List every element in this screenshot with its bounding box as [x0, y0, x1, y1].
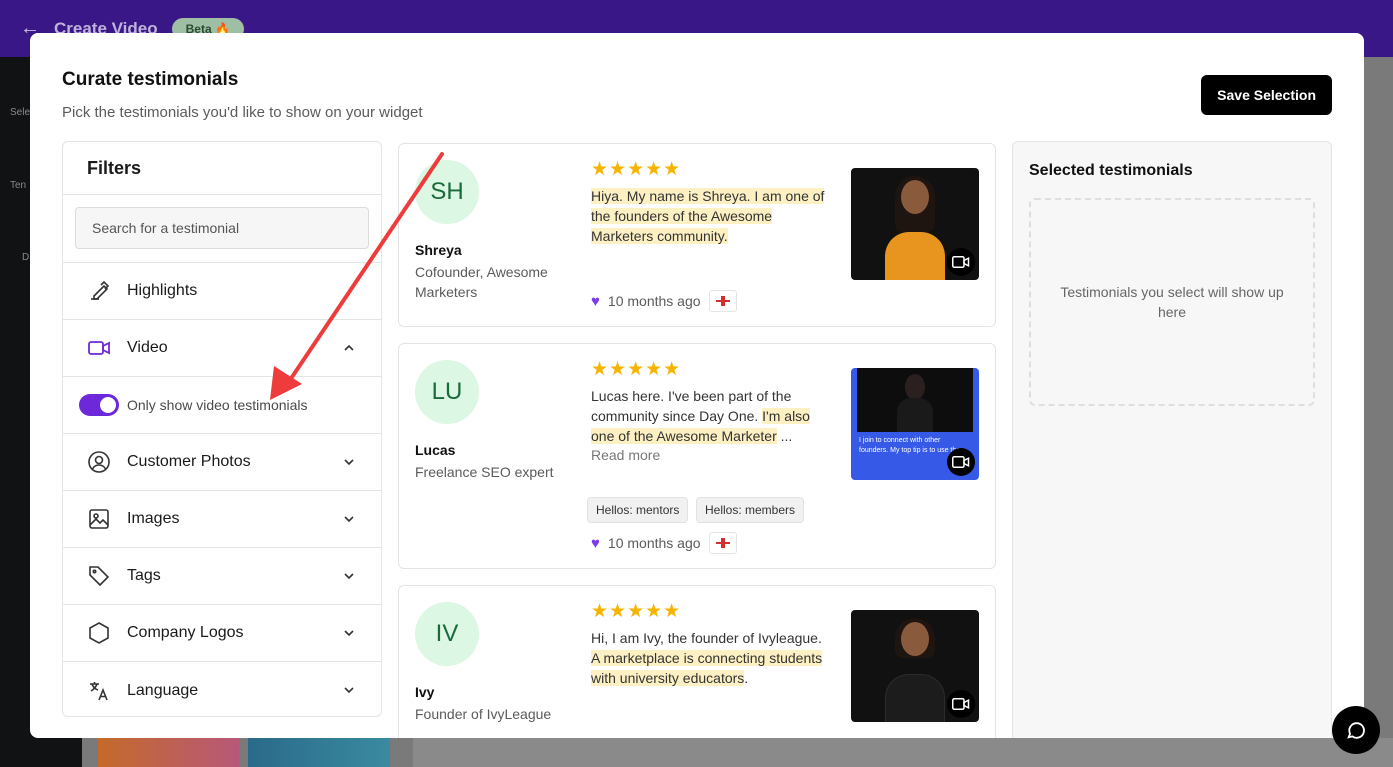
tag-badge: Hellos: mentors: [587, 497, 689, 523]
rail-label: D: [22, 252, 30, 263]
author-role: Freelance SEO expert: [415, 464, 554, 480]
star-rating: ★★★★★: [591, 159, 682, 180]
modal-subtitle: Pick the testimonials you'd like to show…: [62, 104, 423, 121]
person-figure: [885, 176, 945, 280]
background-thumbnails: [98, 738, 390, 767]
chevron-down-icon: [343, 683, 355, 701]
video-only-toggle[interactable]: [79, 394, 119, 416]
filter-images[interactable]: Images: [63, 491, 381, 548]
chevron-down-icon: [343, 626, 355, 644]
testimonial-card[interactable]: SH Shreya Cofounder, Awesome Marketers ★…: [398, 143, 996, 327]
testimonial-card[interactable]: IV Ivy Founder of IvyLeague ★★★★★ Hi, I …: [398, 585, 996, 738]
video-camera-icon: [947, 248, 975, 276]
video-camera-icon: [947, 690, 975, 718]
filter-tags[interactable]: Tags: [63, 548, 381, 605]
filter-language[interactable]: Language: [63, 662, 381, 716]
filter-label: Customer Photos: [127, 453, 251, 470]
testimonial-card[interactable]: LU Lucas Freelance SEO expert ★★★★★ Luca…: [398, 343, 996, 569]
england-flag-icon: [708, 290, 737, 312]
author-name: Lucas: [415, 442, 456, 458]
chevron-down-icon: [343, 455, 355, 473]
chat-bubble-icon: [1347, 722, 1365, 739]
rail-label: Sele: [10, 107, 31, 118]
highlighter-icon: [87, 279, 111, 303]
modal-title: Curate testimonials: [62, 69, 239, 90]
toggle-label: Only show video testimonials: [127, 397, 308, 413]
filter-label: Video: [127, 339, 168, 356]
video-thumbnail[interactable]: [851, 168, 979, 280]
translate-icon: [87, 679, 111, 703]
background-thumbnail: [98, 738, 240, 767]
filter-highlights[interactable]: Highlights: [63, 263, 381, 320]
video-thumbnail[interactable]: I join to connect with other founders. M…: [851, 368, 979, 480]
heart-icon: ♥: [591, 292, 600, 310]
filter-video[interactable]: Video: [63, 320, 381, 377]
user-circle-icon: [87, 450, 111, 474]
video-frame: [857, 368, 973, 432]
testimonial-list: SH Shreya Cofounder, Awesome Marketers ★…: [398, 143, 996, 738]
selected-heading: Selected testimonials: [1029, 162, 1193, 179]
video-only-toggle-row: Only show video testimonials: [63, 377, 381, 434]
author-role: Cofounder, Awesome Marketers: [415, 264, 548, 300]
plain-text: ...: [776, 428, 793, 444]
timestamp: 10 months ago: [607, 535, 701, 551]
filters-heading: Filters: [63, 142, 381, 195]
filter-label: Tags: [127, 567, 161, 584]
testimonial-meta: ♥ 10 months ago: [591, 532, 737, 554]
filter-label: Highlights: [127, 282, 198, 299]
person-figure: [885, 618, 945, 722]
rail-label: Ten: [10, 180, 27, 191]
filter-company-logos[interactable]: Company Logos: [63, 605, 381, 662]
search-container: [63, 195, 381, 263]
tag-badge: Hellos: members: [696, 497, 805, 523]
testimonial-text: Hi, I am Ivy, the founder of Ivyleague. …: [591, 628, 833, 688]
plain-text: .: [744, 670, 749, 686]
read-more-link[interactable]: Read more: [591, 447, 660, 463]
author-name: Shreya: [415, 242, 462, 258]
england-flag-icon: [708, 532, 737, 554]
video-icon: [87, 336, 111, 360]
filter-label: Images: [127, 510, 180, 527]
filter-label: Language: [127, 681, 199, 699]
filters-panel: Filters Highlights Video Only show video…: [62, 141, 382, 717]
chevron-down-icon: [343, 512, 355, 530]
search-input[interactable]: [75, 207, 369, 249]
save-selection-button[interactable]: Save Selection: [1201, 75, 1332, 115]
chat-button[interactable]: [1332, 706, 1380, 754]
star-rating: ★★★★★: [591, 359, 682, 380]
heart-icon: ♥: [591, 534, 600, 552]
testimonial-text: Lucas here. I've been part of the commun…: [591, 386, 833, 446]
background-panel: [413, 738, 1393, 767]
background-thumbnail: [248, 738, 390, 767]
selected-testimonials-panel: Selected testimonials Testimonials you s…: [1012, 141, 1332, 738]
author-name: Ivy: [415, 684, 435, 700]
highlighted-text: A marketplace is connecting students wit…: [591, 650, 823, 686]
star-rating: ★★★★★: [591, 601, 682, 622]
image-icon: [87, 507, 111, 531]
filter-customer-photos[interactable]: Customer Photos: [63, 434, 381, 491]
chevron-down-icon: [343, 569, 355, 587]
selected-dropzone: Testimonials you select will show up her…: [1029, 198, 1315, 406]
avatar: IV: [415, 602, 479, 666]
filter-label: Company Logos: [127, 624, 244, 641]
avatar: LU: [415, 360, 479, 424]
chevron-up-icon: [343, 341, 355, 359]
timestamp: 10 months ago: [607, 293, 701, 309]
plain-text: Hi, I am Ivy, the founder of Ivyleague.: [591, 630, 822, 646]
tag-icon: [87, 564, 111, 588]
highlighted-text: Hiya. My name is Shreya. I am one of the…: [591, 188, 825, 244]
curate-testimonials-modal: Curate testimonials Pick the testimonial…: [30, 33, 1364, 738]
hexagon-icon: [87, 621, 111, 645]
video-camera-icon: [947, 448, 975, 476]
avatar: SH: [415, 160, 479, 224]
author-role: Founder of IvyLeague: [415, 706, 552, 722]
testimonial-meta: ♥ 10 months ago: [591, 290, 737, 312]
testimonial-text: Hiya. My name is Shreya. I am one of the…: [591, 186, 833, 246]
video-thumbnail[interactable]: [851, 610, 979, 722]
